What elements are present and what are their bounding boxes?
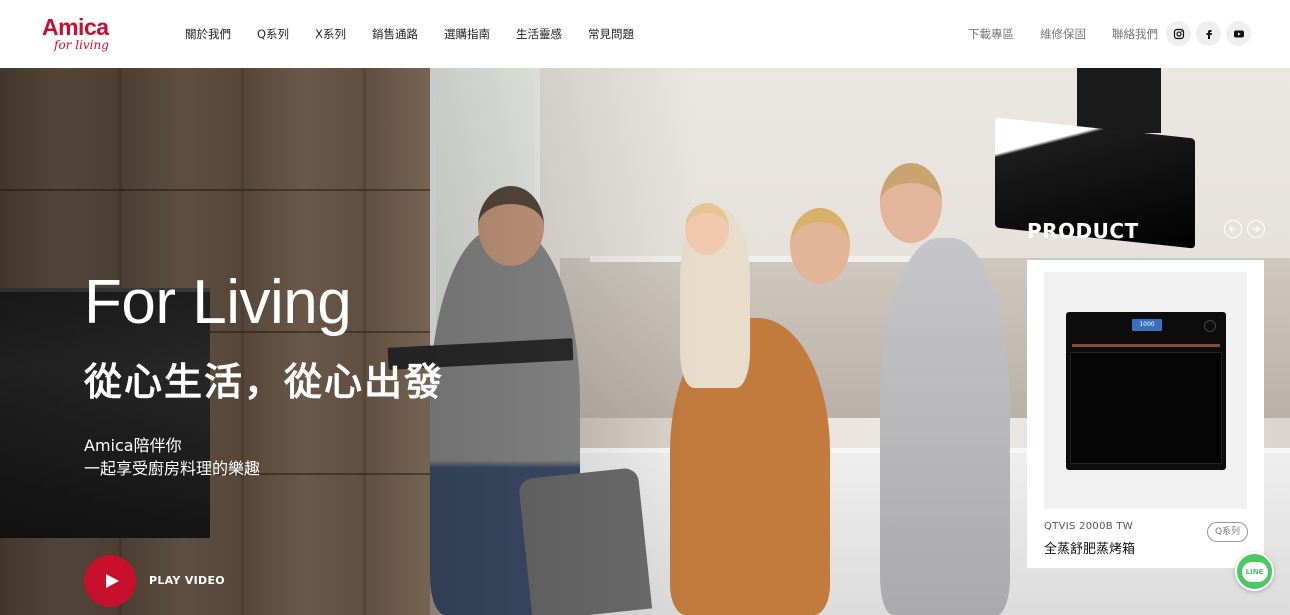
- link-downloads[interactable]: 下載專區: [968, 26, 1014, 42]
- instagram-icon: [1173, 28, 1184, 39]
- oven-knob: [1204, 320, 1216, 332]
- oven-display: 1000: [1132, 319, 1162, 331]
- hero-description-line-2: 一起享受廚房料理的樂趣: [84, 459, 261, 478]
- main-nav: 關於我們 Q系列 X系列 銷售通路 選購指南 生活靈感 常見問題: [185, 26, 660, 42]
- facebook-icon: [1206, 29, 1212, 39]
- site-header: Amica for living 關於我們 Q系列 X系列 銷售通路 選購指南 …: [0, 0, 1290, 68]
- instagram-button[interactable]: [1166, 21, 1191, 46]
- nav-item-sales-channels[interactable]: 銷售通路: [372, 26, 418, 42]
- play-video-button[interactable]: [84, 555, 136, 607]
- product-name: 全蒸舒肥蒸烤箱: [1044, 542, 1136, 557]
- nav-item-about[interactable]: 關於我們: [185, 26, 231, 42]
- link-contact[interactable]: 聯絡我們: [1112, 26, 1158, 42]
- oven-product-illustration: 1000: [1066, 312, 1226, 470]
- amica-logo[interactable]: Amica for living: [42, 14, 122, 58]
- play-icon: [105, 574, 119, 588]
- arrow-right-icon: [1253, 226, 1260, 232]
- hero-text-scrim: [0, 68, 700, 615]
- nav-item-q-series[interactable]: Q系列: [257, 26, 289, 42]
- hero-photo-person-right: [880, 238, 1010, 615]
- product-section-heading: PRODUCT: [1027, 219, 1139, 243]
- line-icon: LINE: [1241, 561, 1268, 582]
- play-video-label[interactable]: PLAY VIDEO: [149, 574, 225, 587]
- oven-trim-strip: [1072, 344, 1220, 347]
- arrow-left-icon: [1229, 226, 1236, 232]
- product-card[interactable]: 1000 QTVIS 2000B TW 全蒸舒肥蒸烤箱 Q系列: [1027, 260, 1264, 568]
- logo-wordmark: Amica: [42, 14, 109, 40]
- product-image: 1000: [1044, 272, 1247, 509]
- hero-photo-hood-chimney: [1077, 68, 1161, 133]
- hero-title: For Living: [84, 268, 352, 337]
- carousel-prev-button[interactable]: [1224, 220, 1242, 238]
- nav-item-inspiration[interactable]: 生活靈感: [516, 26, 562, 42]
- line-chat-button[interactable]: LINE: [1235, 552, 1274, 591]
- logo-tagline: for living: [54, 38, 109, 52]
- youtube-button[interactable]: [1226, 21, 1251, 46]
- product-series-tag[interactable]: Q系列: [1207, 522, 1248, 542]
- youtube-icon: [1233, 30, 1244, 37]
- hero-description-line-1: Amica陪伴你: [84, 436, 182, 455]
- oven-door: [1070, 352, 1222, 464]
- carousel-next-button[interactable]: [1247, 220, 1265, 238]
- hero-photo-person-woman-head: [790, 208, 850, 284]
- nav-item-faq[interactable]: 常見問題: [588, 26, 634, 42]
- facebook-button[interactable]: [1196, 21, 1221, 46]
- product-model: QTVIS 2000B TW: [1044, 521, 1133, 532]
- link-warranty[interactable]: 維修保固: [1040, 26, 1086, 42]
- utility-nav: 下載專區 維修保固 聯絡我們: [968, 26, 1184, 42]
- hero-subtitle: 從心生活，從心出發: [84, 360, 445, 404]
- hero-photo-person-right-head: [880, 163, 942, 243]
- nav-item-x-series[interactable]: X系列: [315, 26, 346, 42]
- nav-item-buying-guide[interactable]: 選購指南: [444, 26, 490, 42]
